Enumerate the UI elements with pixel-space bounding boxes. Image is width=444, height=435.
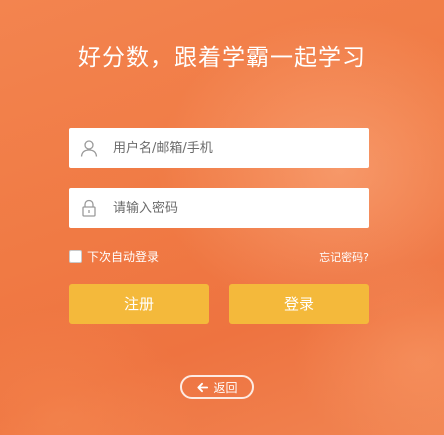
login-page: 好分数，跟着学霸一起学习 下次自动登录 忘记密码? 注册 登录 返回 — [0, 0, 444, 435]
remember-checkbox[interactable] — [69, 249, 82, 263]
page-title: 好分数，跟着学霸一起学习 — [78, 45, 366, 71]
password-field[interactable] — [69, 188, 369, 228]
username-input[interactable] — [113, 128, 353, 168]
password-input[interactable] — [113, 188, 353, 228]
forgot-password-link[interactable]: 忘记密码? — [319, 249, 369, 265]
login-button[interactable]: 登录 — [229, 284, 369, 324]
register-button[interactable]: 注册 — [69, 284, 209, 324]
username-field[interactable] — [69, 128, 369, 168]
arrow-left-icon — [197, 382, 209, 392]
lock-icon — [82, 199, 96, 217]
remember-label: 下次自动登录 — [87, 249, 160, 264]
user-icon — [80, 140, 98, 157]
remember-me[interactable]: 下次自动登录 — [69, 248, 159, 264]
back-button[interactable]: 返回 — [180, 375, 254, 399]
back-label: 返回 — [213, 380, 238, 395]
